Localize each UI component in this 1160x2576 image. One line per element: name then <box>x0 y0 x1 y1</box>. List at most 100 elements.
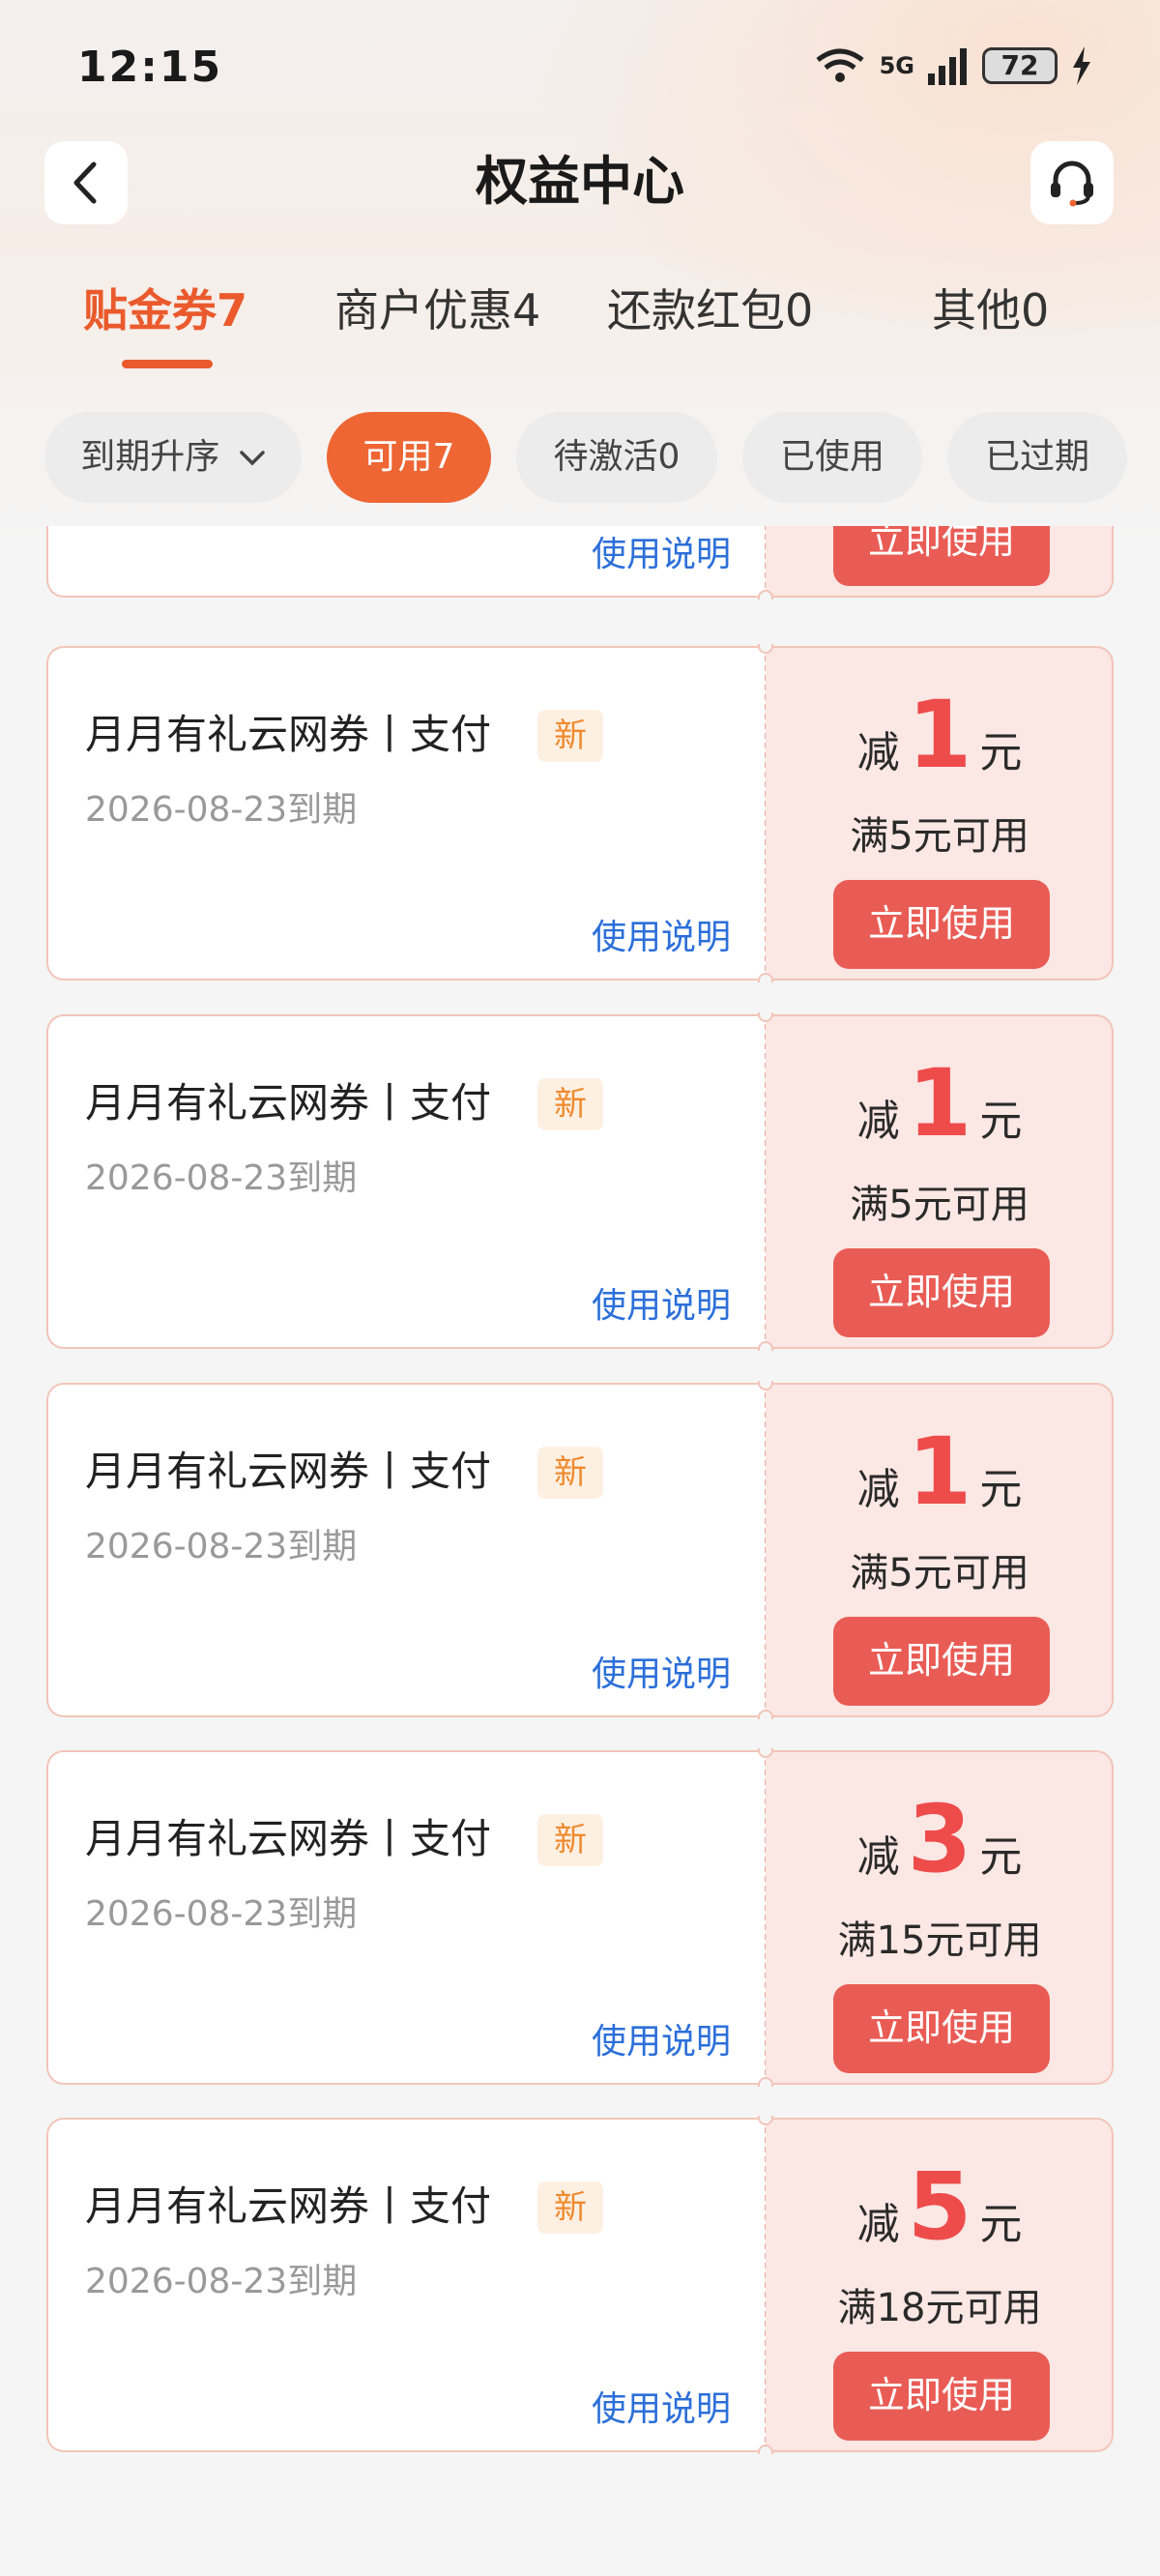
use-now-button[interactable]: 立即使用 <box>833 880 1050 969</box>
wifi-icon <box>816 48 864 82</box>
battery-icon: 72 <box>982 47 1058 84</box>
coupon-action-area: 立即使用 <box>766 526 1114 598</box>
usage-instructions-link[interactable]: 使用说明 <box>592 526 731 576</box>
use-now-button[interactable]: 立即使用 <box>833 1617 1050 1706</box>
coupon-info: 月月有礼云网券丨支付 新 2026-08-23到期 使用说明 <box>46 1750 766 2085</box>
amount-unit: 元 <box>979 728 1023 777</box>
signal-icon <box>928 48 967 85</box>
coupon-notch <box>758 2444 773 2454</box>
coupon-expiry: 2026-08-23到期 <box>85 1527 358 1566</box>
coupon-notch <box>758 1710 773 1719</box>
coupon-notch <box>758 1341 773 1351</box>
amount-value: 1 <box>907 1418 972 1526</box>
coupon-info: 月月有礼云网券丨支付 新 2026-08-23到期 使用说明 <box>46 1014 766 1349</box>
coupon-action-area: 减1 元 满5元可用 立即使用 <box>766 646 1114 981</box>
coupon-amount: 减1 元 <box>766 1045 1114 1161</box>
usage-instructions-link[interactable]: 使用说明 <box>592 1277 731 1328</box>
sort-label: 到期升序 <box>80 437 220 477</box>
amount-unit: 元 <box>979 2200 1023 2249</box>
amount-value: 3 <box>907 1785 972 1893</box>
coupon-list[interactable]: 使用说明 立即使用 月月有礼云网券丨支付 新 2026-08-23到期 使用说明… <box>0 526 1160 2576</box>
amount-unit: 元 <box>979 1832 1023 1882</box>
use-now-button[interactable]: 立即使用 <box>833 2352 1050 2441</box>
amount-prefix: 减 <box>856 2200 900 2249</box>
amount-unit: 元 <box>979 1465 1023 1514</box>
use-now-button[interactable]: 立即使用 <box>833 1984 1050 2073</box>
filter-pending-activation[interactable]: 待激活0 <box>516 412 717 503</box>
use-now-button[interactable]: 立即使用 <box>833 1248 1050 1337</box>
amount-prefix: 减 <box>856 1465 900 1514</box>
coupon-action-area: 减1 元 满5元可用 立即使用 <box>766 1383 1114 1717</box>
coupon-card: 月月有礼云网券丨支付 新 2026-08-23到期 使用说明 减3 元 满15元可… <box>46 1748 1114 2087</box>
coupon-title: 月月有礼云网券丨支付 <box>85 1815 492 1862</box>
coupon-action-area: 减1 元 满5元可用 立即使用 <box>766 1014 1114 1349</box>
amount-value: 1 <box>907 1049 972 1157</box>
coupon-amount: 减5 元 <box>766 2149 1114 2265</box>
tab-other[interactable]: 其他0 <box>932 277 1049 344</box>
customer-service-button[interactable] <box>1030 141 1114 224</box>
amount-unit: 元 <box>979 1097 1023 1146</box>
coupon-title: 月月有礼云网券丨支付 <box>85 1448 492 1495</box>
network-type: 5G <box>879 52 914 79</box>
coupon-action-area: 减5 元 满18元可用 立即使用 <box>766 2118 1114 2452</box>
coupon-expiry: 2026-08-23到期 <box>85 1894 358 1934</box>
filter-used[interactable]: 已使用 <box>742 412 922 503</box>
usage-instructions-link[interactable]: 使用说明 <box>592 909 731 959</box>
tab-repayment-red-packet[interactable]: 还款红包0 <box>607 277 813 344</box>
coupon-notch <box>758 2077 773 2087</box>
coupon-title: 月月有礼云网券丨支付 <box>85 711 492 758</box>
page-title: 权益中心 <box>476 151 684 212</box>
usage-instructions-link[interactable]: 使用说明 <box>592 2381 731 2431</box>
new-badge: 新 <box>537 1814 603 1866</box>
chevron-down-icon <box>239 451 265 466</box>
charging-icon <box>1073 46 1090 85</box>
coupon-expiry: 2026-08-23到期 <box>85 2262 358 2301</box>
min-spend-condition: 满15元可用 <box>837 1918 1042 1963</box>
active-tab-indicator <box>122 360 213 368</box>
filter-available[interactable]: 可用7 <box>327 412 491 503</box>
coupon-amount: 减1 元 <box>766 1414 1114 1530</box>
coupon-card: 使用说明 立即使用 <box>46 526 1114 600</box>
status-bar: 12:15 5G 72 <box>0 0 1160 135</box>
coupon-card: 月月有礼云网券丨支付 新 2026-08-23到期 使用说明 减1 元 满5元可用… <box>46 1381 1114 1719</box>
coupon-info: 使用说明 <box>46 526 766 598</box>
status-time: 12:15 <box>77 43 223 92</box>
new-badge: 新 <box>537 710 603 762</box>
min-spend-condition: 满5元可用 <box>850 814 1030 859</box>
new-badge: 新 <box>537 2181 603 2234</box>
status-icons: 5G 72 <box>814 46 1092 85</box>
new-badge: 新 <box>537 1447 603 1499</box>
min-spend-condition: 满5元可用 <box>850 1551 1030 1595</box>
tab-gold-coupon[interactable]: 贴金券7 <box>83 277 247 344</box>
coupon-info: 月月有礼云网券丨支付 新 2026-08-23到期 使用说明 <box>46 2118 766 2452</box>
coupon-expiry: 2026-08-23到期 <box>85 790 358 830</box>
coupon-title: 月月有礼云网券丨支付 <box>85 1079 492 1127</box>
usage-instructions-link[interactable]: 使用说明 <box>592 2013 731 2064</box>
coupon-info: 月月有礼云网券丨支付 新 2026-08-23到期 使用说明 <box>46 1383 766 1717</box>
amount-prefix: 减 <box>856 1097 900 1146</box>
coupon-info: 月月有礼云网券丨支付 新 2026-08-23到期 使用说明 <box>46 646 766 981</box>
amount-value: 1 <box>907 681 972 789</box>
coupon-notch <box>758 973 773 982</box>
tab-merchant-offers[interactable]: 商户优惠4 <box>334 277 540 344</box>
headset-icon <box>1051 161 1093 207</box>
amount-prefix: 减 <box>856 728 900 777</box>
category-tabs: 贴金券7 商户优惠4 还款红包0 其他0 <box>0 277 1160 373</box>
new-badge: 新 <box>537 1078 603 1130</box>
amount-value: 5 <box>907 2152 972 2261</box>
coupon-card: 月月有礼云网券丨支付 新 2026-08-23到期 使用说明 减1 元 满5元可用… <box>46 644 1114 982</box>
coupon-notch <box>758 590 773 600</box>
coupon-action-area: 减3 元 满15元可用 立即使用 <box>766 1750 1114 2085</box>
coupon-card: 月月有礼云网券丨支付 新 2026-08-23到期 使用说明 减5 元 满18元可… <box>46 2116 1114 2454</box>
coupon-amount: 减1 元 <box>766 677 1114 793</box>
min-spend-condition: 满18元可用 <box>837 2286 1042 2330</box>
coupon-amount: 减3 元 <box>766 1781 1114 1897</box>
coupon-card: 月月有礼云网券丨支付 新 2026-08-23到期 使用说明 减1 元 满5元可用… <box>46 1012 1114 1351</box>
use-now-button[interactable]: 立即使用 <box>833 526 1050 586</box>
coupon-expiry: 2026-08-23到期 <box>85 1158 358 1198</box>
sort-dropdown[interactable]: 到期升序 <box>44 412 302 503</box>
filter-expired[interactable]: 已过期 <box>947 412 1127 503</box>
usage-instructions-link[interactable]: 使用说明 <box>592 1646 731 1696</box>
amount-prefix: 减 <box>856 1832 900 1882</box>
coupon-title: 月月有礼云网券丨支付 <box>85 2182 492 2230</box>
